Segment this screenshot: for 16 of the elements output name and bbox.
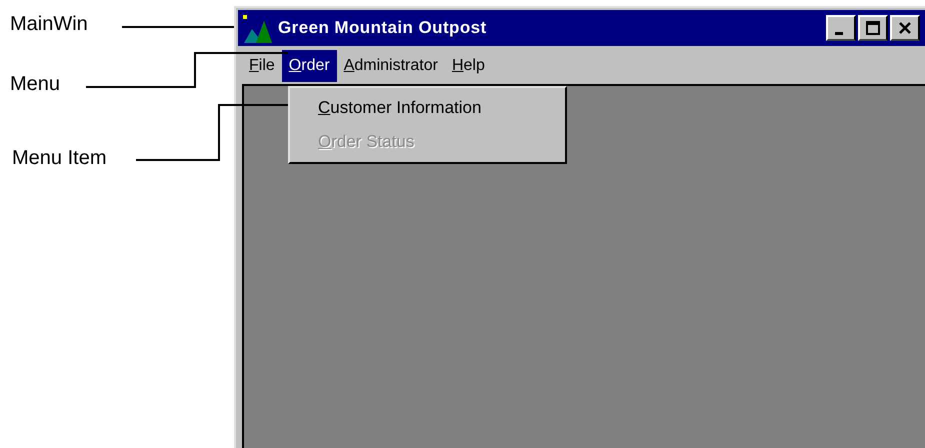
window-title: Green Mountain Outpost [278, 17, 488, 40]
menu-item[interactable]: Administrator [336, 50, 445, 82]
callout-label: Menu Item [12, 148, 106, 168]
close-icon [898, 21, 912, 35]
maximize-icon [866, 21, 880, 35]
menu-item[interactable]: Help [444, 50, 492, 82]
callout-label: Menu [10, 74, 60, 94]
close-button[interactable] [890, 15, 920, 41]
minimize-icon [835, 32, 843, 34]
menu-item[interactable]: File [242, 50, 282, 82]
maximize-button[interactable] [858, 15, 888, 41]
callout-label: MainWin [10, 14, 88, 34]
dropdown-item[interactable]: Customer Information [290, 91, 565, 125]
minimize-button[interactable] [826, 15, 856, 41]
menu-item[interactable]: Order [282, 50, 337, 82]
mountain-icon [242, 13, 274, 43]
